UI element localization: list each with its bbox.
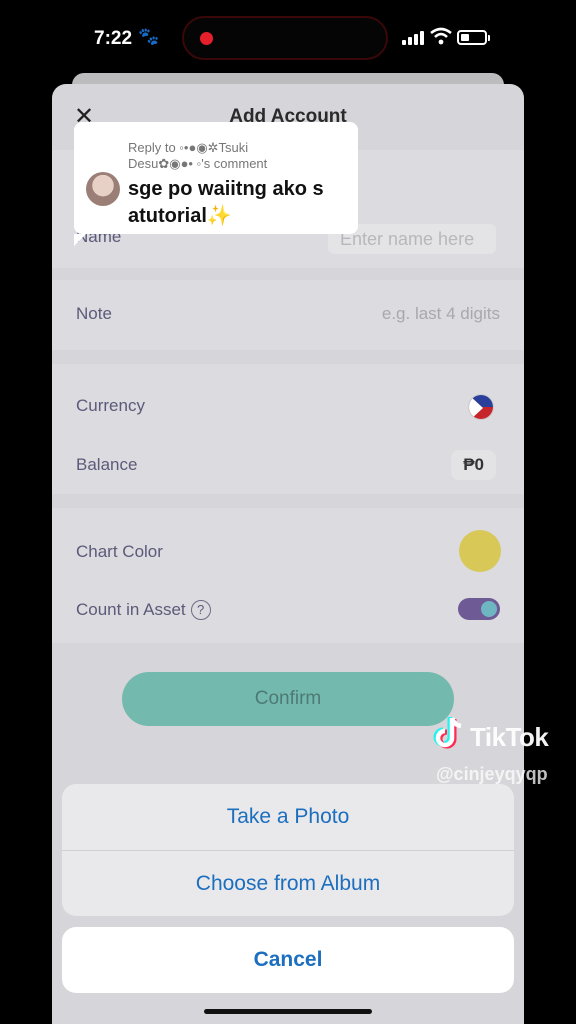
cancel-button[interactable]: Cancel: [62, 927, 514, 993]
paw-icon: 🐾: [138, 27, 160, 46]
currency-label: Currency: [76, 396, 145, 415]
note-label: Note: [76, 304, 112, 323]
take-photo-button[interactable]: Take a Photo: [62, 784, 514, 850]
tiktok-logo-icon: [433, 717, 462, 749]
count-in-asset-label: Count in Asset?: [76, 600, 211, 620]
toggle-knob: [481, 601, 497, 617]
reply-comment-bubble: Reply to ◦•●◉✲Tsuki Desu✿◉●• ◦'s comment…: [74, 122, 358, 246]
choose-album-button[interactable]: Choose from Album: [62, 850, 514, 916]
wifi-icon: [430, 27, 452, 45]
home-indicator[interactable]: [204, 1009, 372, 1014]
recording-dot-icon: [200, 32, 213, 45]
note-group: Note e.g. last 4 digits: [52, 280, 524, 350]
help-icon[interactable]: ?: [190, 600, 211, 620]
reply-message: sge po waiitng ako s atutorial✨: [128, 178, 324, 227]
reply-comment-line: Desu✿◉●• ◦'s comment: [128, 156, 268, 171]
reply-to-line: Reply to ◦•●◉✲Tsuki: [128, 140, 249, 155]
status-bar: 7:22 🐾: [0, 0, 576, 78]
battery-icon: [457, 30, 490, 45]
count-in-asset-toggle[interactable]: [458, 598, 500, 620]
philippines-flag-icon[interactable]: [468, 394, 494, 420]
status-time: 7:22: [94, 28, 133, 49]
currency-balance-group: Currency Balance ₱0: [52, 364, 524, 494]
avatar: [86, 172, 120, 206]
chart-color-swatch[interactable]: [459, 530, 501, 572]
chart-asset-group: Chart Color Count in Asset?: [52, 508, 524, 643]
cellular-signal-icon: [402, 31, 426, 45]
tiktok-brand: TikTok: [470, 722, 549, 752]
dynamic-island: [182, 16, 388, 60]
chart-color-label: Chart Color: [76, 542, 163, 561]
balance-label: Balance: [76, 455, 138, 474]
count-in-asset-text: Count in Asset: [76, 600, 186, 619]
confirm-button[interactable]: Confirm: [122, 672, 454, 726]
note-input[interactable]: e.g. last 4 digits: [382, 304, 500, 324]
balance-input[interactable]: ₱0: [451, 450, 496, 480]
photo-action-group: Take a Photo Choose from Album: [62, 784, 514, 916]
tiktok-username: @cinjeyqyqp: [436, 764, 548, 784]
